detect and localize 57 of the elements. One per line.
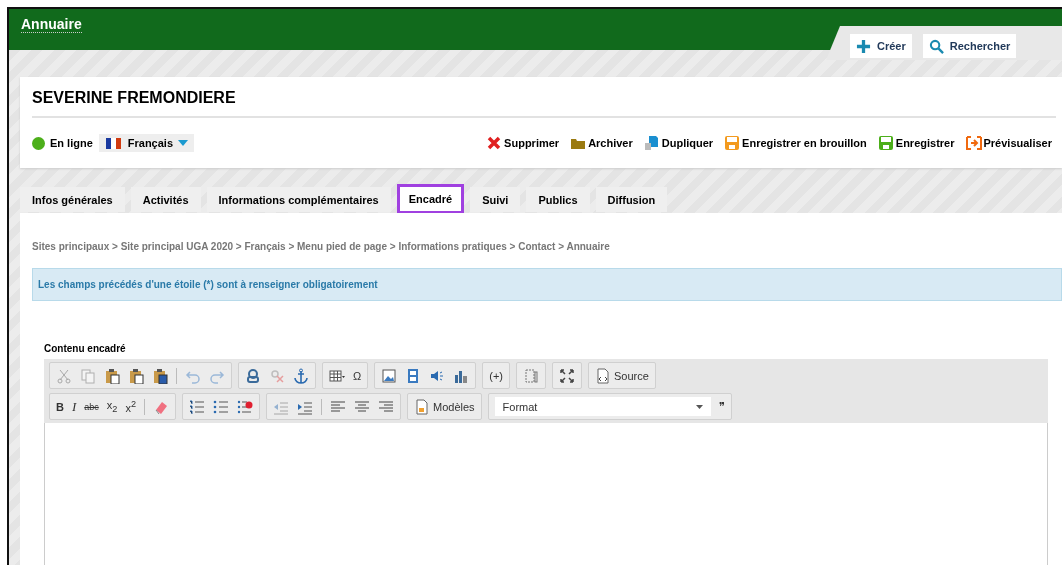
tab[interactable]: Informations complémentaires	[206, 187, 391, 212]
templates-button[interactable]: Modèles	[414, 398, 475, 415]
record-title: SEVERINE FREMONDIERE	[32, 77, 1056, 118]
numbered-list-icon[interactable]	[189, 398, 205, 415]
action-button[interactable]: Supprimer	[486, 135, 560, 151]
toolbar-button[interactable]: B	[56, 400, 64, 413]
plus-icon	[856, 38, 871, 54]
align-right-icon[interactable]	[378, 398, 394, 415]
language-dropdown[interactable]: Français	[98, 134, 195, 152]
bullet-list-icon[interactable]	[213, 398, 229, 415]
create-button[interactable]: Créer	[850, 34, 912, 58]
breadcrumb: Sites principaux > Site principal UGA 2020 > Français > Menu pied de page > Informations pratiques > Contact > Annuaire	[32, 241, 611, 252]
document-icon	[595, 367, 611, 384]
action-button[interactable]: Enregistrer	[877, 135, 955, 151]
action-button[interactable]: Prévisualiser	[965, 135, 1052, 151]
format-dropdown[interactable]: Format	[494, 397, 711, 416]
action-button[interactable]: Dupliquer	[643, 135, 714, 151]
notice-message: Les champs précédés d'une étoile (*) sont à renseigner obligatoirement	[32, 268, 1062, 301]
search-button[interactable]: Rechercher	[922, 34, 1017, 58]
status-label: En ligne	[50, 137, 93, 149]
toolbar-button[interactable]: x$^{2}$	[125, 399, 136, 414]
blocks-icon[interactable]	[523, 367, 539, 384]
document-icon	[414, 398, 430, 415]
toolbar-button[interactable]: Ω	[353, 369, 362, 382]
page-title[interactable]: Annuaire	[21, 16, 82, 33]
clipboard-text-icon[interactable]	[128, 367, 144, 384]
tab[interactable]: Activités	[130, 187, 201, 212]
caret-icon	[695, 404, 703, 409]
source-button[interactable]: Source	[595, 367, 649, 384]
toolbar-button[interactable]: abc	[84, 401, 99, 412]
checklist-icon[interactable]	[237, 398, 253, 415]
clipboard-word-icon[interactable]	[152, 367, 168, 384]
document-icon	[643, 135, 660, 151]
toolbar-button[interactable]: ❞	[718, 400, 725, 413]
tab[interactable]: Publics	[526, 187, 590, 212]
action-button[interactable]: Archiver	[570, 135, 633, 151]
flag-icon	[104, 137, 123, 149]
toolbar-button[interactable]: I	[71, 398, 77, 415]
table-icon[interactable]	[329, 367, 345, 384]
maximize-icon[interactable]	[559, 367, 575, 384]
search-icon	[928, 38, 944, 54]
action-button[interactable]: Enregistrer en brouillon	[724, 135, 867, 151]
field-label: Contenu encadré	[44, 343, 127, 354]
clipboard-icon[interactable]	[104, 367, 120, 384]
tab[interactable]: Encadré	[396, 184, 465, 214]
cross-icon	[486, 135, 503, 151]
toolbar-button[interactable]: x$_{2}$	[106, 398, 118, 415]
toolbar-button[interactable]: (+)	[489, 369, 503, 382]
tab[interactable]: Suivi	[470, 187, 521, 212]
image-icon[interactable]	[381, 367, 398, 384]
anchor-icon[interactable]	[293, 367, 309, 384]
preview-icon	[965, 135, 982, 151]
caret-icon	[178, 140, 189, 146]
tab[interactable]: Infos générales	[20, 187, 125, 212]
tab[interactable]: Diffusion	[595, 187, 668, 212]
align-left-icon[interactable]	[330, 398, 346, 415]
align-center-icon[interactable]	[354, 398, 370, 415]
